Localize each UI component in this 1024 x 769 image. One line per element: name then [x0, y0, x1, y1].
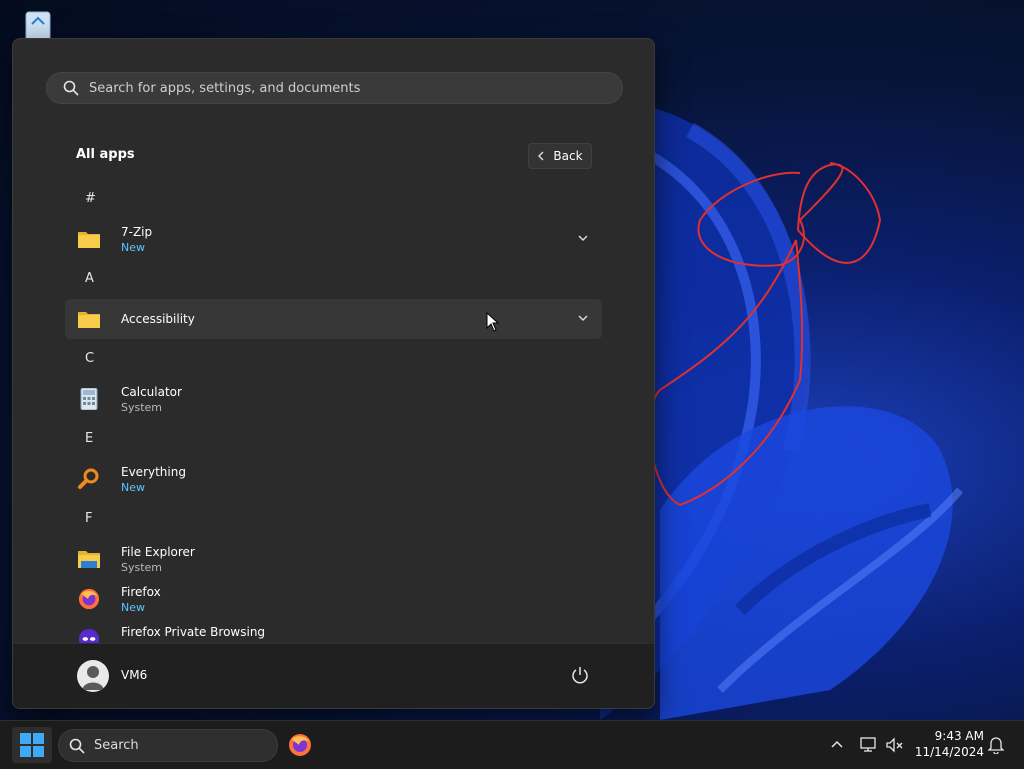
- section-letter[interactable]: F: [85, 511, 92, 526]
- start-menu: Search for apps, settings, and documents…: [12, 38, 655, 709]
- clock-date: 11/14/2024: [914, 745, 984, 759]
- app-badge: New: [121, 241, 145, 254]
- firefox-icon: [78, 588, 100, 610]
- magnifier-icon: [78, 468, 99, 489]
- start-button[interactable]: [12, 727, 52, 763]
- section-letter[interactable]: #: [85, 191, 96, 206]
- section-letter[interactable]: C: [85, 351, 94, 366]
- app-item-firefox[interactable]: Firefox New: [65, 579, 602, 619]
- app-name: Accessibility: [121, 312, 195, 326]
- search-icon: [69, 738, 85, 754]
- app-name: Calculator: [121, 385, 182, 399]
- app-badge: New: [121, 481, 145, 494]
- file-explorer-icon: [78, 551, 100, 568]
- search-icon: [63, 80, 79, 96]
- folder-icon: [78, 232, 100, 248]
- app-item-accessibility[interactable]: Accessibility: [65, 299, 602, 339]
- app-name: File Explorer: [121, 545, 195, 559]
- app-item-file-explorer[interactable]: File Explorer System: [65, 539, 602, 579]
- system-clock[interactable]: 9:43 AM 11/14/2024: [912, 728, 984, 760]
- folder-icon: [78, 312, 100, 328]
- clock-time: 9:43 AM: [934, 729, 984, 743]
- back-label: Back: [553, 149, 583, 163]
- app-badge: New: [121, 601, 145, 614]
- start-search-box[interactable]: Search for apps, settings, and documents: [46, 72, 623, 104]
- volume-muted-icon[interactable]: [886, 737, 904, 753]
- app-name: 7-Zip: [121, 225, 153, 239]
- calculator-icon: [80, 388, 98, 410]
- all-apps-list[interactable]: # 7-Zip New A Accessibility C Calculator…: [13, 179, 654, 643]
- all-apps-title: All apps: [76, 147, 135, 162]
- chevron-down-icon[interactable]: [577, 312, 589, 324]
- app-name: Everything: [121, 465, 186, 479]
- wallpaper-bloom: [600, 90, 964, 720]
- firefox-icon[interactable]: [288, 733, 312, 757]
- avatar[interactable]: [77, 660, 109, 692]
- app-item-firefox-private[interactable]: Firefox Private Browsing: [65, 619, 602, 643]
- taskbar-search-label: Search: [94, 738, 139, 753]
- firefox-private-icon: [78, 628, 100, 643]
- chevron-up-icon[interactable]: [830, 738, 844, 752]
- section-letter[interactable]: A: [85, 271, 94, 286]
- taskbar-search-box[interactable]: Search: [58, 729, 278, 762]
- user-icon: [82, 666, 104, 690]
- app-subtitle: System: [121, 401, 163, 414]
- taskbar: Search 9:43 AM 11/14/2024: [0, 720, 1024, 769]
- search-placeholder: Search for apps, settings, and documents: [89, 80, 361, 96]
- chevron-down-icon[interactable]: [577, 232, 589, 244]
- user-name[interactable]: VM6: [121, 668, 147, 682]
- section-letter[interactable]: E: [85, 431, 93, 446]
- start-footer: VM6: [13, 643, 654, 708]
- notification-bell-icon[interactable]: [988, 736, 1004, 754]
- app-item-7zip[interactable]: 7-Zip New: [65, 219, 602, 259]
- app-name: Firefox: [121, 585, 161, 599]
- back-button[interactable]: Back: [528, 143, 592, 169]
- mouse-cursor-icon: [486, 312, 500, 332]
- chevron-left-icon: [538, 151, 544, 161]
- windows-logo-icon: [20, 733, 44, 757]
- app-item-everything[interactable]: Everything New: [65, 459, 602, 499]
- network-icon[interactable]: [860, 737, 878, 753]
- app-item-calculator[interactable]: Calculator System: [65, 379, 602, 419]
- power-icon[interactable]: [571, 666, 589, 684]
- app-name: Firefox Private Browsing: [121, 625, 266, 639]
- app-subtitle: System: [121, 561, 163, 574]
